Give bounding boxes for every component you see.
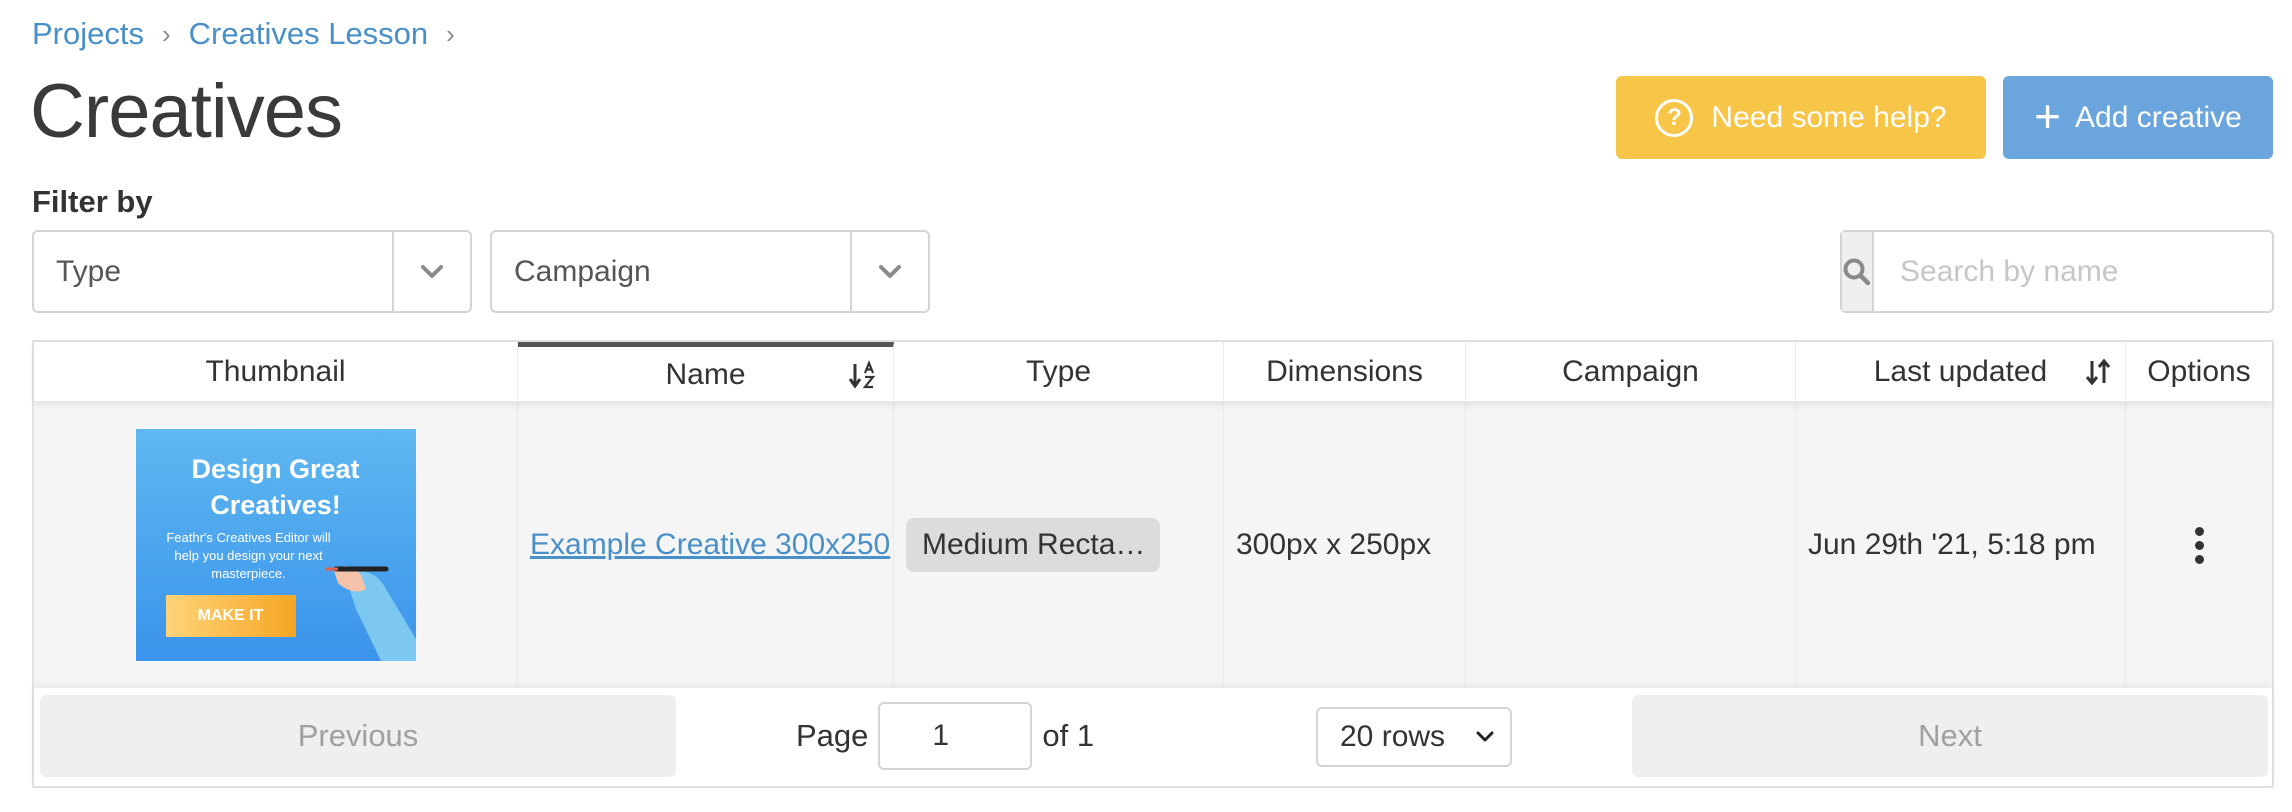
add-creative-button[interactable]: + Add creative bbox=[2003, 76, 2273, 159]
breadcrumb-separator: › bbox=[161, 18, 171, 49]
page-label: Page bbox=[796, 718, 869, 753]
column-label: Thumbnail bbox=[205, 355, 346, 388]
page-info: Page of 1 bbox=[796, 702, 1094, 770]
column-header-name[interactable]: Name bbox=[518, 342, 894, 402]
pagination: Previous Page of 1 20 rows Next bbox=[34, 688, 2272, 786]
next-page-button[interactable]: Next bbox=[1632, 695, 2268, 777]
table-header: Thumbnail Name Type Dimensions Campaign … bbox=[34, 342, 2272, 402]
rows-per-page-select[interactable]: 20 rows bbox=[1316, 707, 1512, 767]
breadcrumb-separator: › bbox=[446, 18, 455, 49]
type-filter-value: Type bbox=[56, 254, 122, 288]
campaign-filter-toggle[interactable] bbox=[850, 232, 928, 311]
cell-name: Example Creative 300x250 bbox=[518, 402, 894, 688]
creatives-table: Thumbnail Name Type Dimensions Campaign … bbox=[32, 340, 2274, 788]
campaign-filter-value: Campaign bbox=[514, 254, 651, 288]
options-menu-icon[interactable] bbox=[2194, 526, 2204, 564]
type-filter-select[interactable]: Type bbox=[32, 230, 472, 313]
search-box bbox=[1840, 230, 2286, 313]
search-icon bbox=[1843, 258, 1871, 285]
column-header-type[interactable]: Type bbox=[894, 342, 1224, 402]
column-header-dimensions[interactable]: Dimensions bbox=[1224, 342, 1466, 402]
table-row: Design Great Creatives! Feathr's Creativ… bbox=[34, 402, 2272, 688]
dimensions-value: 300px x 250px bbox=[1236, 528, 1432, 561]
thumbnail-cta: MAKE IT bbox=[165, 595, 296, 637]
breadcrumb-projects[interactable]: Projects bbox=[32, 16, 144, 52]
cell-campaign bbox=[1466, 402, 1796, 688]
add-creative-label: Add creative bbox=[2075, 100, 2242, 134]
type-filter-toggle[interactable] bbox=[392, 232, 470, 311]
column-header-thumbnail[interactable]: Thumbnail bbox=[34, 342, 518, 402]
filter-by-label: Filter by bbox=[32, 184, 153, 219]
plus-icon: + bbox=[2034, 89, 2062, 142]
search-input[interactable] bbox=[1874, 232, 2286, 311]
hand-pen-illustration bbox=[325, 566, 416, 661]
thumbnail-headline-line: Creatives! bbox=[210, 490, 341, 520]
column-label: Dimensions bbox=[1266, 355, 1423, 388]
column-header-options: Options bbox=[2126, 342, 2272, 402]
last-updated-value: Jun 29th '21, 5:18 pm bbox=[1808, 528, 2096, 561]
question-circle-icon: ? bbox=[1655, 98, 1694, 137]
column-label: Type bbox=[1025, 355, 1092, 388]
previous-page-button[interactable]: Previous bbox=[40, 695, 676, 777]
column-label: Last updated bbox=[1873, 355, 2048, 388]
page-number-input[interactable] bbox=[878, 702, 1033, 770]
creative-name-link[interactable]: Example Creative 300x250 bbox=[518, 528, 893, 562]
thumbnail-headline-line: Design Great bbox=[191, 454, 360, 484]
chevron-down-icon bbox=[879, 264, 901, 278]
page-total-label: of 1 bbox=[1042, 718, 1095, 753]
breadcrumb: Projects › Creatives Lesson › bbox=[32, 12, 473, 56]
creative-thumbnail[interactable]: Design Great Creatives! Feathr's Creativ… bbox=[135, 429, 416, 661]
cell-thumbnail: Design Great Creatives! Feathr's Creativ… bbox=[34, 402, 518, 688]
type-badge: Medium Recta… bbox=[906, 518, 1160, 572]
sort-alpha-asc-icon bbox=[849, 359, 876, 389]
page-title: Creatives bbox=[30, 69, 343, 154]
breadcrumb-creatives-lesson[interactable]: Creatives Lesson bbox=[189, 16, 429, 52]
column-label: Options bbox=[2147, 355, 2251, 388]
cell-last-updated: Jun 29th '21, 5:18 pm bbox=[1796, 402, 2126, 688]
need-help-button[interactable]: ? Need some help? bbox=[1616, 76, 1986, 159]
column-label: Name bbox=[665, 357, 746, 391]
cell-dimensions: 300px x 250px bbox=[1224, 402, 1466, 688]
thumbnail-subtext: Feathr's Creatives Editor will help you … bbox=[166, 530, 331, 581]
sort-icon bbox=[2085, 358, 2111, 386]
thumbnail-headline: Design Great Creatives! bbox=[136, 451, 416, 523]
search-button[interactable] bbox=[1842, 232, 1874, 311]
campaign-filter-select[interactable]: Campaign bbox=[490, 230, 930, 313]
rows-per-page-value: 20 rows bbox=[1340, 720, 1446, 753]
cell-type: Medium Recta… bbox=[894, 402, 1224, 688]
chevron-down-icon bbox=[421, 264, 443, 278]
chevron-down-icon bbox=[1476, 731, 1494, 742]
column-header-campaign[interactable]: Campaign bbox=[1466, 342, 1796, 402]
need-help-label: Need some help? bbox=[1711, 100, 1947, 134]
cell-options bbox=[2126, 402, 2272, 688]
column-label: Campaign bbox=[1562, 355, 1699, 388]
column-header-last-updated[interactable]: Last updated bbox=[1796, 342, 2126, 402]
